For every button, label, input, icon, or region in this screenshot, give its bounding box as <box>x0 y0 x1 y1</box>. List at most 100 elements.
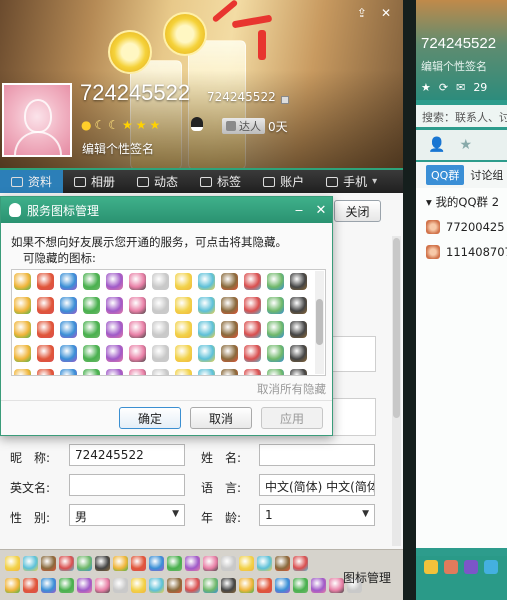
service-icon[interactable] <box>60 345 77 362</box>
service-icon[interactable] <box>203 556 218 571</box>
service-icon[interactable] <box>175 345 192 362</box>
app-icon[interactable] <box>444 560 458 574</box>
service-icon[interactable] <box>275 578 290 593</box>
service-icon[interactable] <box>106 345 123 362</box>
service-icon[interactable] <box>14 321 31 338</box>
service-icon[interactable] <box>221 345 238 362</box>
service-icon[interactable] <box>175 369 192 375</box>
service-icon[interactable] <box>37 321 54 338</box>
service-icon[interactable] <box>175 273 192 290</box>
cancel-button[interactable]: 取消 <box>190 407 252 429</box>
service-icon[interactable] <box>198 297 215 314</box>
gender-select[interactable]: 男 <box>69 504 185 526</box>
penguin-icon[interactable] <box>191 117 203 131</box>
close-icon[interactable]: ✕ <box>381 6 391 20</box>
service-icon[interactable] <box>152 297 169 314</box>
service-icon[interactable] <box>267 345 284 362</box>
age-select[interactable]: 1 <box>259 504 375 526</box>
scroll-thumb[interactable] <box>393 238 400 418</box>
service-icon[interactable] <box>221 273 238 290</box>
service-icon[interactable] <box>185 578 200 593</box>
service-icon[interactable] <box>5 578 20 593</box>
group-category-header[interactable]: ▾ 我的QQ群 2 <box>426 194 499 210</box>
service-icon[interactable] <box>185 556 200 571</box>
service-icon[interactable] <box>129 297 146 314</box>
service-icon[interactable] <box>5 556 20 571</box>
service-icon[interactable] <box>198 345 215 362</box>
service-icon[interactable] <box>244 321 261 338</box>
service-icon[interactable] <box>131 578 146 593</box>
service-icon[interactable] <box>267 369 284 375</box>
service-icon[interactable] <box>244 297 261 314</box>
service-icon[interactable] <box>37 369 54 375</box>
service-icon[interactable] <box>77 556 92 571</box>
dialog-title-bar[interactable]: 服务图标管理 ‒ ✕ <box>1 197 332 223</box>
tab-discussions[interactable]: 讨论组 <box>470 167 503 183</box>
service-icon[interactable] <box>37 273 54 290</box>
service-icon[interactable] <box>129 345 146 362</box>
service-icon[interactable] <box>290 273 307 290</box>
tab-profile[interactable]: 资料 <box>0 170 64 193</box>
service-icon[interactable] <box>83 345 100 362</box>
service-icon[interactable] <box>37 345 54 362</box>
signature-edit[interactable]: 编辑个性签名 <box>82 140 154 157</box>
service-icon[interactable] <box>275 556 290 571</box>
edit-qq-icon[interactable] <box>281 96 289 104</box>
service-icon[interactable] <box>175 297 192 314</box>
scroll-thumb[interactable] <box>316 299 323 345</box>
service-icon[interactable] <box>23 578 38 593</box>
service-icon[interactable] <box>290 321 307 338</box>
service-icon[interactable] <box>167 556 182 571</box>
tab-tags[interactable]: 标签 <box>189 170 252 193</box>
service-icon[interactable] <box>311 578 326 593</box>
service-icon[interactable] <box>152 273 169 290</box>
service-icon[interactable] <box>329 578 344 593</box>
service-icon[interactable] <box>175 321 192 338</box>
mail-icon[interactable]: ✉ <box>456 81 465 94</box>
list-item[interactable]: 77200425 <box>426 220 505 234</box>
language-field[interactable]: 中文(简体) 中文(简体 <box>259 474 375 496</box>
tab-album[interactable]: 相册 <box>63 170 126 193</box>
star-icon[interactable]: ★ <box>421 81 431 94</box>
service-icon[interactable] <box>267 273 284 290</box>
service-icon[interactable] <box>239 556 254 571</box>
list-item[interactable]: 111408707 <box>426 245 507 259</box>
service-icon[interactable] <box>23 556 38 571</box>
service-icon[interactable] <box>14 369 31 375</box>
ok-button[interactable]: 确定 <box>119 407 181 429</box>
panel-signature[interactable]: 编辑个性签名 <box>421 58 487 74</box>
service-icon[interactable] <box>221 578 236 593</box>
service-icon[interactable] <box>95 578 110 593</box>
service-icon[interactable] <box>77 578 92 593</box>
service-icon[interactable] <box>290 369 307 375</box>
content-scrollbar[interactable] <box>392 236 401 546</box>
service-icon[interactable] <box>41 578 56 593</box>
service-icon[interactable] <box>37 297 54 314</box>
service-icon[interactable] <box>290 345 307 362</box>
service-icon[interactable] <box>167 578 182 593</box>
refresh-icon[interactable]: ⟳ <box>439 81 448 94</box>
service-icon[interactable] <box>244 369 261 375</box>
qq-level[interactable]: ● ☾ ☾ ★ ★ ★ <box>81 118 160 132</box>
service-icon[interactable] <box>113 578 128 593</box>
service-icon[interactable] <box>83 369 100 375</box>
unhide-all-link[interactable]: 取消所有隐藏 <box>257 381 326 397</box>
service-icon[interactable] <box>60 297 77 314</box>
app-icon[interactable] <box>464 560 478 574</box>
tab-phone[interactable]: 手机 ▾ <box>315 170 388 193</box>
service-icon[interactable] <box>293 578 308 593</box>
service-icon[interactable] <box>221 369 238 375</box>
service-icon[interactable] <box>152 369 169 375</box>
service-icon[interactable] <box>290 297 307 314</box>
service-icon[interactable] <box>244 273 261 290</box>
service-icon[interactable] <box>106 297 123 314</box>
service-icon[interactable] <box>60 369 77 375</box>
service-icon[interactable] <box>257 556 272 571</box>
service-icon[interactable] <box>41 556 56 571</box>
service-icon[interactable] <box>257 578 272 593</box>
icon-list-scrollbar[interactable] <box>315 271 324 374</box>
service-icon[interactable] <box>106 321 123 338</box>
minimize-icon[interactable]: ‒ <box>288 203 310 218</box>
service-icon[interactable] <box>14 273 31 290</box>
service-icon[interactable] <box>129 369 146 375</box>
